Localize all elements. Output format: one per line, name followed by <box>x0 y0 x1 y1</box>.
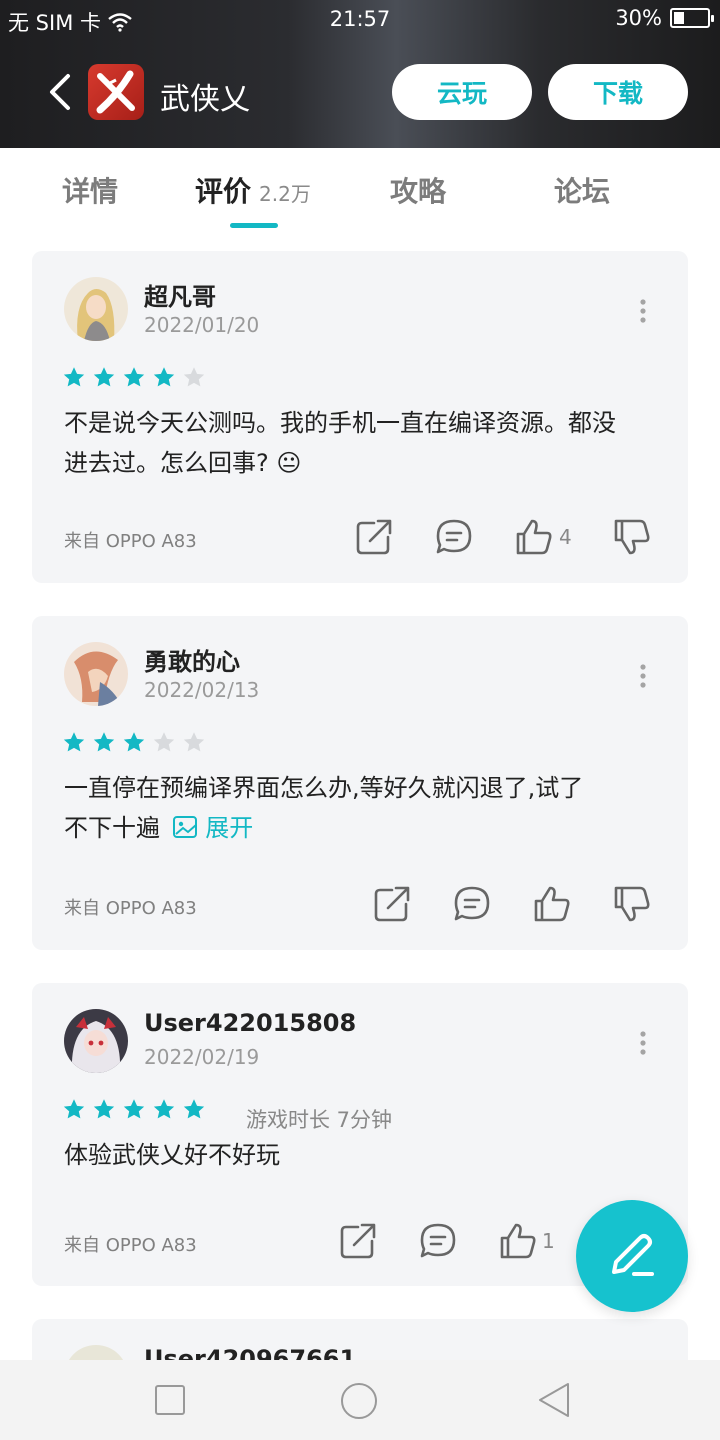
device-source: 来自 OPPO A83 <box>64 531 197 552</box>
review-date: 2022/01/20 <box>144 313 260 337</box>
avatar[interactable] <box>64 1009 128 1073</box>
like-count: 1 <box>542 1229 555 1253</box>
star-rating <box>62 1097 206 1121</box>
battery-icon <box>670 8 714 28</box>
comment-icon[interactable] <box>434 517 474 557</box>
like-icon[interactable] <box>532 884 572 924</box>
avatar[interactable] <box>64 277 128 341</box>
avatar[interactable] <box>64 642 128 706</box>
pen-icon <box>612 1234 654 1276</box>
app-header: 无 SIM 卡 21:57 30% 武侠乂 云玩 下载 <box>0 0 720 148</box>
dislike-icon[interactable] <box>612 884 652 924</box>
review-card: 超凡哥 2022/01/20 不是说今天公测吗。我的手机一直在编译资源。都没 进… <box>32 251 688 583</box>
tab-reviews[interactable]: 评价 2.2万 <box>195 170 311 210</box>
image-icon <box>172 816 197 838</box>
cloud-play-button[interactable]: 云玩 <box>392 64 532 120</box>
device-source: 来自 OPPO A83 <box>64 1235 197 1256</box>
star-rating <box>62 730 206 754</box>
tab-details[interactable]: 详情 <box>62 170 118 210</box>
star-filled-icon <box>93 732 115 752</box>
tab-guides[interactable]: 攻略 <box>390 170 446 210</box>
star-filled-icon <box>93 367 115 387</box>
reviewer-name: 勇敢的心 <box>144 648 240 676</box>
star-rating <box>62 365 206 389</box>
star-filled-icon <box>63 367 85 387</box>
system-nav-bar <box>0 1360 720 1440</box>
clock: 21:57 <box>329 7 391 31</box>
more-options-icon[interactable] <box>640 1031 646 1055</box>
star-empty-icon <box>183 367 205 387</box>
review-date: 2022/02/19 <box>144 1045 260 1069</box>
neutral-face-emoji: 😐 <box>276 449 302 477</box>
reviewer-name: 超凡哥 <box>144 283 216 311</box>
back-arrow-icon[interactable] <box>44 72 80 112</box>
share-icon[interactable] <box>338 1221 378 1261</box>
write-review-button[interactable] <box>576 1200 688 1312</box>
star-empty-icon <box>153 732 175 752</box>
review-date: 2022/02/13 <box>144 678 260 702</box>
star-filled-icon <box>123 367 145 387</box>
app-name: 武侠乂 <box>160 82 250 117</box>
device-source: 来自 OPPO A83 <box>64 898 197 919</box>
more-options-icon[interactable] <box>640 664 646 688</box>
home-icon[interactable] <box>340 1382 378 1420</box>
more-options-icon[interactable] <box>640 299 646 323</box>
review-card: 勇敢的心 2022/02/13 一直停在预编译界面怎么办,等好久就闪退了,试了 … <box>32 616 688 950</box>
download-button[interactable]: 下载 <box>548 64 688 120</box>
back-nav-icon[interactable] <box>536 1382 572 1418</box>
review-text: 一直停在预编译界面怎么办,等好久就闪退了,试了 不下十遍 展开 <box>64 774 584 842</box>
star-filled-icon <box>123 732 145 752</box>
star-filled-icon <box>183 1099 205 1119</box>
star-filled-icon <box>123 1099 145 1119</box>
status-bar: 无 SIM 卡 21:57 30% <box>0 0 720 40</box>
review-text: 体验武侠乂好不好玩 <box>64 1141 280 1169</box>
active-tab-indicator <box>230 223 278 228</box>
expand-link[interactable]: 展开 <box>205 814 253 842</box>
review-count: 2.2万 <box>259 182 311 206</box>
star-filled-icon <box>63 1099 85 1119</box>
star-empty-icon <box>183 732 205 752</box>
dislike-icon[interactable] <box>612 517 652 557</box>
review-text: 不是说今天公测吗。我的手机一直在编译资源。都没 进去过。怎么回事? 😐 <box>64 409 616 477</box>
like-count: 4 <box>559 525 572 549</box>
app-logo <box>88 64 144 120</box>
reviewer-name: User422015808 <box>144 1009 357 1037</box>
playtime-label: 游戏时长 7分钟 <box>246 1108 393 1132</box>
star-filled-icon <box>153 367 175 387</box>
battery-percent: 30% <box>615 6 662 30</box>
comment-icon[interactable] <box>452 884 492 924</box>
like-icon[interactable] <box>498 1221 538 1261</box>
star-filled-icon <box>63 732 85 752</box>
star-filled-icon <box>153 1099 175 1119</box>
tab-forum[interactable]: 论坛 <box>554 170 610 210</box>
comment-icon[interactable] <box>418 1221 458 1261</box>
recent-apps-icon[interactable] <box>154 1384 186 1416</box>
star-filled-icon <box>93 1099 115 1119</box>
share-icon[interactable] <box>372 884 412 924</box>
like-icon[interactable] <box>514 517 554 557</box>
share-icon[interactable] <box>354 517 394 557</box>
